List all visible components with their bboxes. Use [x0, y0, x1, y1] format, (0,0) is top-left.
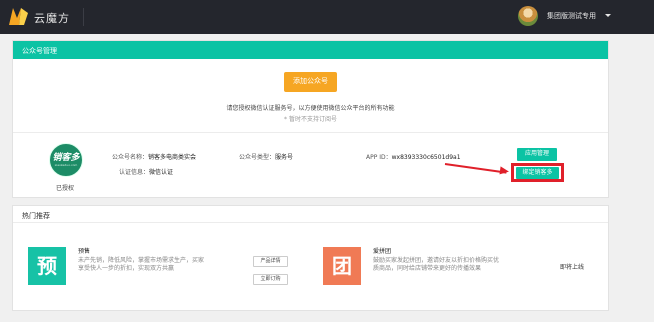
bind-xiaokeduo-button[interactable]: 绑定销客多	[516, 167, 559, 179]
coming-soon-label: 即将上线	[560, 264, 585, 271]
account-panel-title: 公众号管理	[13, 41, 608, 59]
presale-icon: 预	[28, 247, 66, 285]
avatar[interactable]	[518, 6, 538, 26]
subscription-note: * 暂时不支持订阅号	[284, 116, 337, 123]
add-account-button[interactable]: 添加公众号	[284, 72, 337, 92]
account-name: 公众号名称：销客多电商类实会	[112, 152, 196, 161]
group-buy-desc: 鼓励买家发起拼团，邀请好友以折扣价格购买优 质商品，同时给店铺带来更好的传播效果	[373, 257, 543, 273]
presale-desc: 未产先销，降低风险，掌握市场需求生产，买家 享受快人一步的折扣，实现双方共赢	[78, 257, 238, 273]
top-divider	[83, 8, 84, 26]
chevron-down-icon[interactable]	[605, 14, 611, 17]
account-logo-subtext: xiaokeduo.com	[54, 163, 78, 167]
divider	[13, 132, 608, 133]
group-buy-desc-line1: 鼓励买家发起拼团，邀请好友以折扣价格购买优	[373, 257, 500, 264]
app-manage-button[interactable]: 应用管理	[517, 148, 557, 161]
app-id: APP ID：wx8393330c6501d9a1	[366, 152, 461, 161]
account-logo: 销客多 xiaokeduo.com	[49, 143, 83, 177]
top-bar: 云魔方 集团版测试专用	[0, 0, 654, 34]
account-type-label: 公众号类型：	[239, 154, 276, 161]
annotation-arrow-head	[499, 166, 510, 176]
group-buy-desc-line2: 质商品，同时给店铺带来更好的传播效果	[373, 265, 482, 272]
account-panel: 公众号管理 添加公众号 请您授权微信认证服务号，以方便使用微信公众平台的所有功能…	[12, 40, 609, 198]
presale-title: 预售	[78, 248, 91, 255]
recommend-panel-title: 热门推荐	[13, 206, 608, 223]
group-buy-icon: 团	[323, 247, 361, 285]
auth-status: 已授权	[56, 185, 75, 192]
auth-info-label: 认证信息：	[119, 169, 150, 176]
account-name-value: 销客多电商类实会	[148, 154, 197, 161]
presale-desc-line1: 未产先销，降低风险，掌握市场需求生产，买家	[78, 257, 205, 264]
user-name[interactable]: 集团版测试专用	[547, 11, 596, 21]
app-logo-text: 云魔方	[34, 12, 70, 25]
authorize-tip: 请您授权微信认证服务号，以方便使用微信公众平台的所有功能	[226, 105, 395, 112]
app-id-label: APP ID：	[366, 154, 392, 161]
logo-icon	[9, 8, 28, 25]
account-type-value: 服务号	[275, 154, 294, 161]
annotation-arrow	[444, 163, 507, 174]
presale-order-button[interactable]: 立即订购	[253, 274, 288, 285]
group-buy-title: 爱拼团	[373, 248, 392, 255]
recommend-panel: 热门推荐 预 预售 未产先销，降低风险，掌握市场需求生产，买家 享受快人一步的折…	[12, 205, 609, 311]
app-id-value: wx8393330c6501d9a1	[391, 154, 461, 161]
account-type: 公众号类型：服务号	[239, 152, 293, 161]
account-name-label: 公众号名称：	[112, 154, 149, 161]
presale-detail-button[interactable]: 产品详情	[253, 256, 288, 267]
presale-desc-line2: 享受快人一步的折扣，实现双方共赢	[78, 265, 175, 272]
account-logo-text: 销客多	[52, 153, 80, 163]
auth-info-value: 微信认证	[149, 169, 174, 176]
auth-info: 认证信息：微信认证	[119, 167, 173, 176]
